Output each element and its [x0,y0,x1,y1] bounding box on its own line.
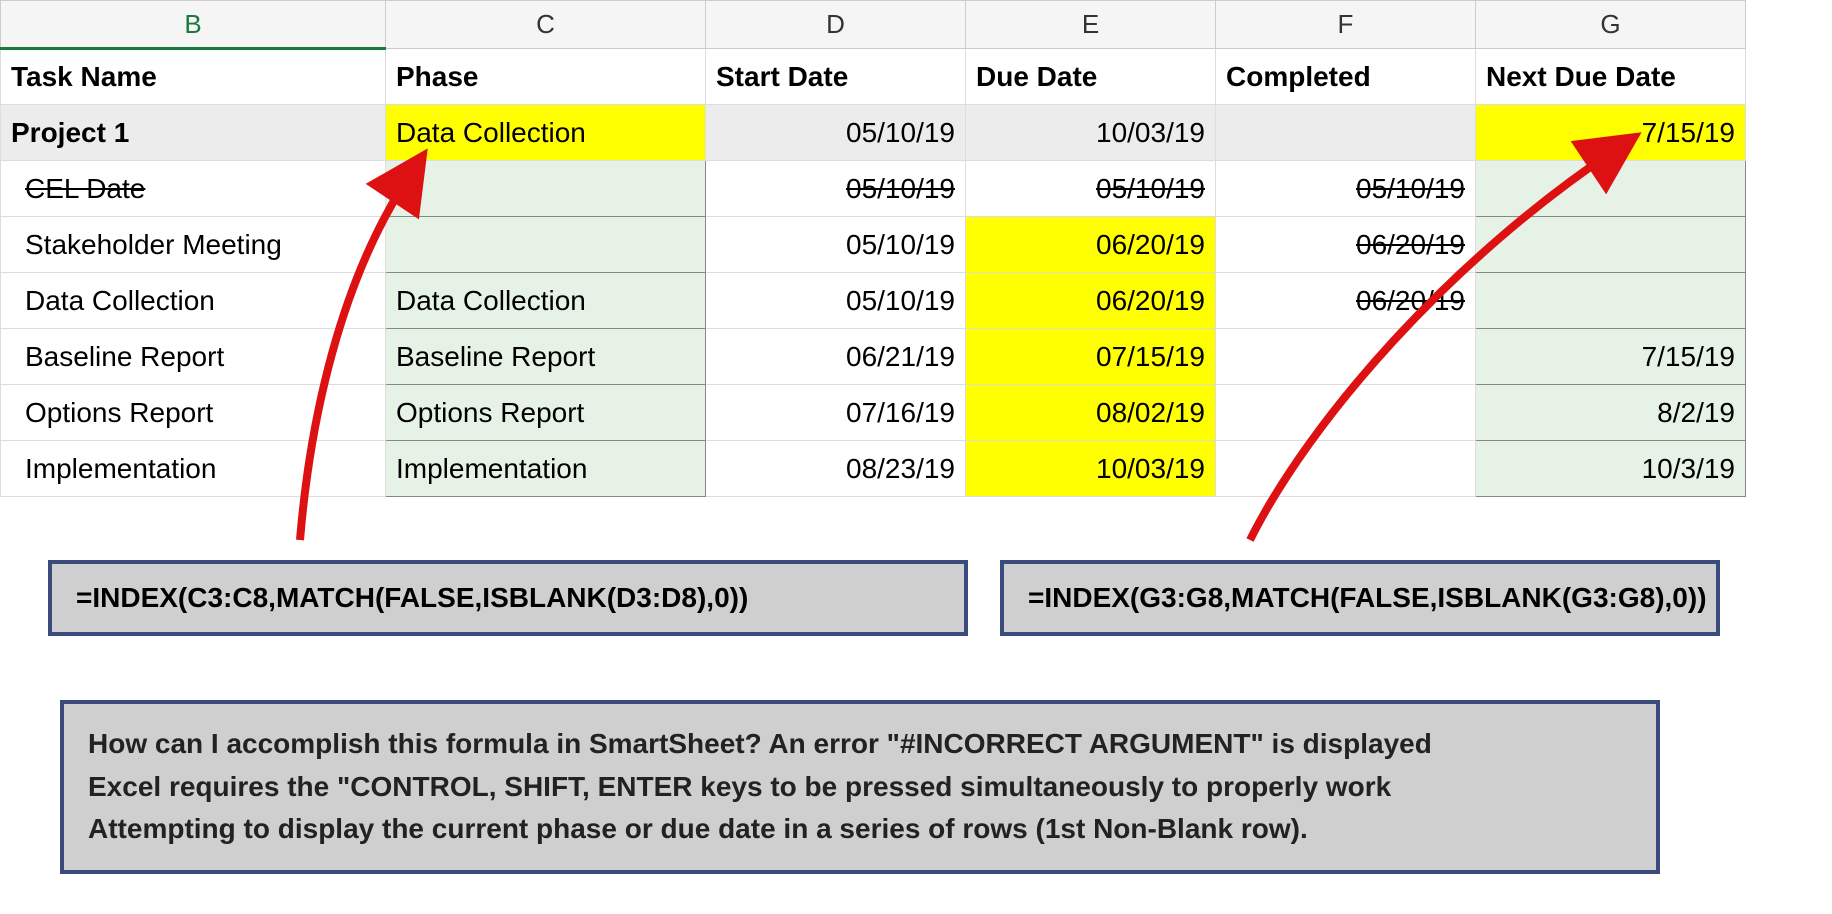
cell-phase[interactable]: Baseline Report [386,329,706,385]
cell-phase[interactable]: Data Collection [386,273,706,329]
cell-task[interactable]: Stakeholder Meeting [1,217,386,273]
cell-completed[interactable]: 06/20/19 [1216,273,1476,329]
cell-due[interactable]: 06/20/19 [966,273,1216,329]
cell-start[interactable]: 07/16/19 [706,385,966,441]
cell-completed[interactable]: 06/20/19 [1216,217,1476,273]
colhead-f[interactable]: F [1216,1,1476,49]
cell-due[interactable]: 10/03/19 [966,441,1216,497]
cell-due[interactable]: 08/02/19 [966,385,1216,441]
cell-due[interactable]: 10/03/19 [966,105,1216,161]
cell-completed[interactable] [1216,385,1476,441]
table-row: Options Report Options Report 07/16/19 0… [1,385,1746,441]
cell-nextdue[interactable]: 7/15/19 [1476,105,1746,161]
cell-nextdue[interactable] [1476,273,1746,329]
question-line: Excel requires the "CONTROL, SHIFT, ENTE… [88,767,1632,808]
cell-task[interactable]: Data Collection [1,273,386,329]
cell-task[interactable]: Implementation [1,441,386,497]
colhead-e[interactable]: E [966,1,1216,49]
table-header-row: Task Name Phase Start Date Due Date Comp… [1,49,1746,105]
cell-nextdue[interactable] [1476,217,1746,273]
cell-completed[interactable] [1216,329,1476,385]
formula-box-left: =INDEX(C3:C8,MATCH(FALSE,ISBLANK(D3:D8),… [48,560,968,636]
cell-task[interactable]: Baseline Report [1,329,386,385]
cell-due[interactable]: 07/15/19 [966,329,1216,385]
cell-due[interactable]: 06/20/19 [966,217,1216,273]
cell-completed[interactable] [1216,441,1476,497]
table-row: CEL Date 05/10/19 05/10/19 05/10/19 [1,161,1746,217]
cell-nextdue[interactable]: 8/2/19 [1476,385,1746,441]
cell-phase[interactable]: Implementation [386,441,706,497]
formula-box-right: =INDEX(G3:G8,MATCH(FALSE,ISBLANK(G3:G8),… [1000,560,1720,636]
colhead-b[interactable]: B [1,1,386,49]
colhead-d[interactable]: D [706,1,966,49]
cell-start[interactable]: 05/10/19 [706,273,966,329]
cell-phase[interactable]: Data Collection [386,105,706,161]
table-row: Stakeholder Meeting 05/10/19 06/20/19 06… [1,217,1746,273]
header-completed[interactable]: Completed [1216,49,1476,105]
spreadsheet-table: B C D E F G Task Name Phase Start Date D… [0,0,1746,497]
cell-task[interactable]: CEL Date [1,161,386,217]
colhead-g[interactable]: G [1476,1,1746,49]
header-nextdue[interactable]: Next Due Date [1476,49,1746,105]
cell-phase[interactable]: Options Report [386,385,706,441]
header-task[interactable]: Task Name [1,49,386,105]
cell-task[interactable]: Options Report [1,385,386,441]
table-row: Data Collection Data Collection 05/10/19… [1,273,1746,329]
cell-due[interactable]: 05/10/19 [966,161,1216,217]
colhead-c[interactable]: C [386,1,706,49]
cell-phase[interactable] [386,217,706,273]
cell-start[interactable]: 05/10/19 [706,217,966,273]
question-box: How can I accomplish this formula in Sma… [60,700,1660,874]
header-phase[interactable]: Phase [386,49,706,105]
cell-start[interactable]: 06/21/19 [706,329,966,385]
cell-completed[interactable] [1216,105,1476,161]
header-due[interactable]: Due Date [966,49,1216,105]
cell-task[interactable]: Project 1 [1,105,386,161]
cell-completed[interactable]: 05/10/19 [1216,161,1476,217]
table-row: Implementation Implementation 08/23/19 1… [1,441,1746,497]
cell-start[interactable]: 08/23/19 [706,441,966,497]
header-start[interactable]: Start Date [706,49,966,105]
table-row: Project 1 Data Collection 05/10/19 10/03… [1,105,1746,161]
cell-nextdue[interactable]: 10/3/19 [1476,441,1746,497]
cell-start[interactable]: 05/10/19 [706,161,966,217]
question-line: Attempting to display the current phase … [88,809,1632,850]
table-row: Baseline Report Baseline Report 06/21/19… [1,329,1746,385]
cell-nextdue[interactable] [1476,161,1746,217]
cell-nextdue[interactable]: 7/15/19 [1476,329,1746,385]
cell-phase[interactable] [386,161,706,217]
column-header-row: B C D E F G [1,1,1746,49]
question-line: How can I accomplish this formula in Sma… [88,724,1632,765]
cell-start[interactable]: 05/10/19 [706,105,966,161]
